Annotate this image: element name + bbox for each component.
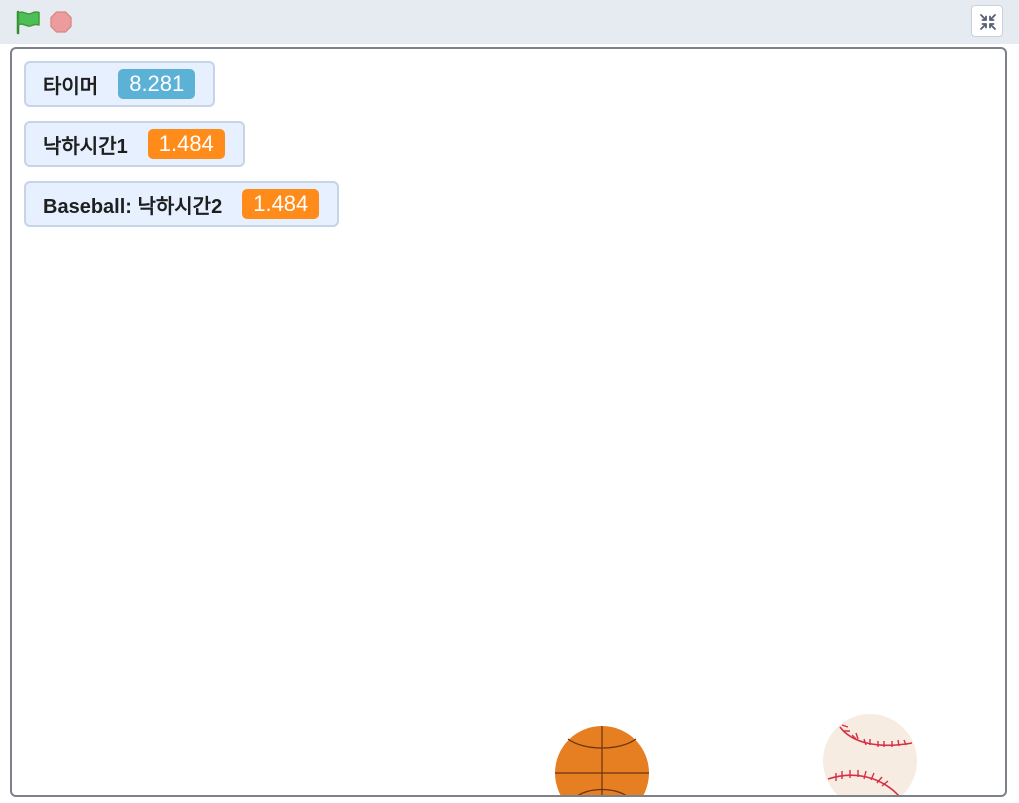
monitor-timer[interactable]: 타이머 8.281 bbox=[24, 61, 216, 107]
monitor-label: 타이머 bbox=[43, 75, 99, 98]
monitor-value: 1.484 bbox=[147, 129, 225, 159]
stage-canvas[interactable]: 타이머 8.281 낙하시간1 1.484 Baseball: 낙하시간2 1.… bbox=[10, 47, 1007, 797]
green-flag-icon bbox=[16, 10, 40, 35]
monitor-value: 8.281 bbox=[118, 69, 196, 99]
basketball-sprite[interactable] bbox=[554, 725, 652, 797]
monitor-label: 낙하시간1 bbox=[43, 135, 128, 158]
stage-header bbox=[0, 0, 1019, 44]
monitor-label: Baseball: 낙하시간2 bbox=[43, 195, 223, 218]
baseball-sprite[interactable] bbox=[822, 713, 918, 797]
monitor-fall-time-1[interactable]: 낙하시간1 1.484 bbox=[24, 121, 245, 167]
exit-fullscreen-icon bbox=[980, 14, 996, 30]
monitor-baseball-fall-time-2[interactable]: Baseball: 낙하시간2 1.484 bbox=[24, 181, 340, 227]
stop-sign-icon bbox=[50, 11, 72, 33]
green-flag-button[interactable] bbox=[14, 9, 42, 35]
monitor-value: 1.484 bbox=[242, 189, 320, 219]
exit-fullscreen-button[interactable] bbox=[971, 5, 1003, 37]
stop-button[interactable] bbox=[49, 10, 73, 34]
